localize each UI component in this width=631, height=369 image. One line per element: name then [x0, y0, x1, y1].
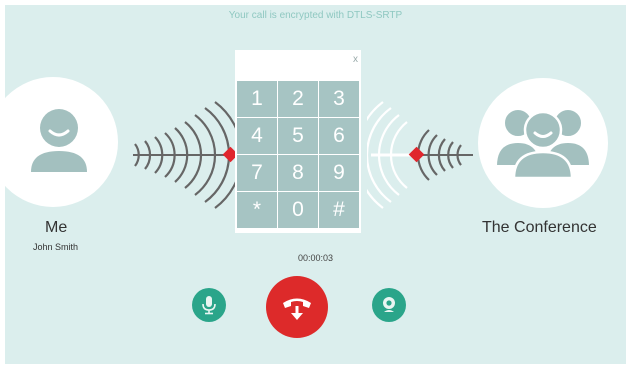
signal-waves-right	[367, 101, 473, 209]
dial-key-2[interactable]: 2	[278, 81, 318, 117]
dial-key-6[interactable]: 6	[319, 118, 359, 154]
call-screen: Your call is encrypted with DTLS-SRTP Me…	[5, 5, 626, 364]
dialpad-close-button[interactable]: x	[353, 54, 358, 65]
conference-avatar	[478, 78, 608, 208]
microphone-icon	[202, 296, 216, 315]
encryption-banner: Your call is encrypted with DTLS-SRTP	[228, 10, 403, 21]
dial-key-4[interactable]: 4	[237, 118, 277, 154]
dial-key-star[interactable]: *	[237, 192, 277, 228]
dial-key-8[interactable]: 8	[278, 155, 318, 191]
webcam-icon	[383, 297, 395, 312]
dial-key-5[interactable]: 5	[278, 118, 318, 154]
dial-key-7[interactable]: 7	[237, 155, 277, 191]
call-timer: 00:00:03	[297, 253, 334, 263]
dial-key-1[interactable]: 1	[237, 81, 277, 117]
conference-name: The Conference	[482, 219, 597, 236]
signal-marker-left	[222, 146, 235, 163]
dialpad: x 1 2 3 4 5 6 7 8 9 * 0 #	[235, 50, 361, 233]
hangup-phone-icon	[283, 298, 311, 320]
signal-marker-right	[408, 146, 425, 163]
dial-key-0[interactable]: 0	[278, 192, 318, 228]
hangup-button[interactable]	[266, 276, 328, 338]
video-button[interactable]	[372, 288, 406, 322]
dial-key-9[interactable]: 9	[319, 155, 359, 191]
me-name: Me	[45, 219, 68, 236]
dial-key-hash[interactable]: #	[319, 192, 359, 228]
mute-button[interactable]	[192, 288, 226, 322]
dial-key-3[interactable]: 3	[319, 81, 359, 117]
dial-display	[235, 50, 361, 80]
me-avatar	[5, 77, 118, 207]
group-icon	[494, 108, 592, 180]
person-icon	[31, 109, 87, 172]
signal-waves-left	[133, 101, 235, 209]
dialpad-keys: 1 2 3 4 5 6 7 8 9 * 0 #	[237, 81, 359, 228]
me-username: John Smith	[33, 242, 79, 252]
